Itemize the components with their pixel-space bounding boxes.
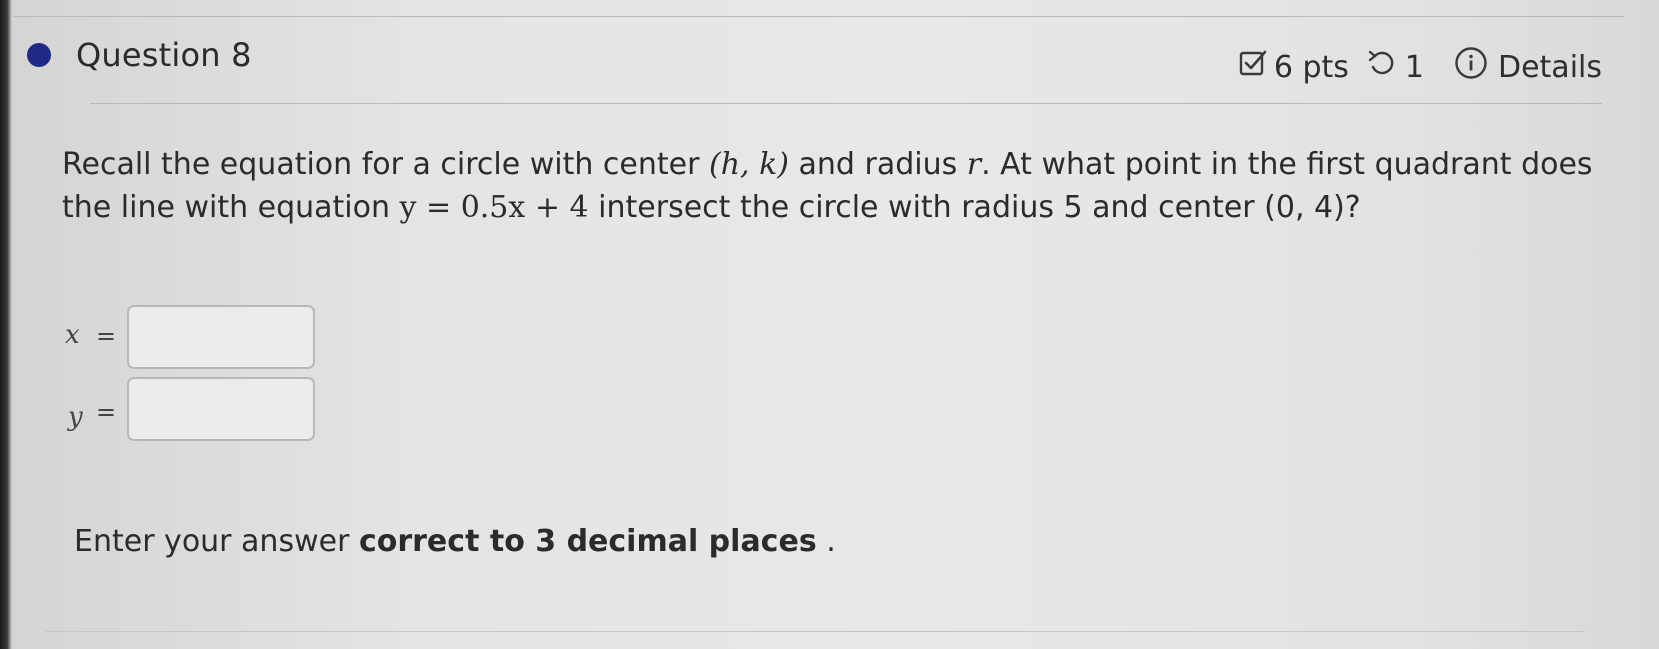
line-equation: y = 0.5x + 4 [399,190,589,225]
points-text: 6 pts [1273,49,1349,85]
y-label: y [68,402,83,432]
prompt-text: and radius [788,147,967,182]
radius-symbol: r [966,147,982,182]
info-icon[interactable] [1454,46,1488,88]
question-meta: 6 pts 1 Details [1238,46,1602,88]
details-link[interactable]: Details [1498,50,1602,85]
question-prompt: Recall the equation for a circle with ce… [62,143,1622,229]
prompt-text: Recall the equation for a circle with ce… [62,147,709,182]
retry-icon [1367,48,1397,86]
x-equals-sign: = [96,322,117,350]
question-title: Question 8 [76,36,252,74]
instruction-suffix: . [816,524,836,559]
x-label: x [65,320,80,350]
header-divider [90,103,1602,104]
prompt-text: intersect the circle with radius 5 and c… [588,190,1361,225]
instruction-prefix: Enter your answer [74,524,359,559]
x-answer-input[interactable] [127,305,315,369]
instruction-emphasis: correct to 3 decimal places [358,524,817,559]
y-answer-input[interactable] [127,377,315,441]
question-status-dot [27,43,51,67]
center-symbol: (h, k) [708,147,789,182]
monitor-bezel [0,0,12,649]
top-divider [14,16,1624,17]
checkbox-edit-icon [1238,48,1268,86]
screen: Question 8 6 pts 1 Details Recall the eq… [0,0,1659,649]
bottom-divider [45,631,1585,632]
answer-instruction: Enter your answer correct to 3 decimal p… [74,524,836,559]
attempts-count: 1 [1404,49,1424,85]
y-equals-sign: = [96,398,117,426]
